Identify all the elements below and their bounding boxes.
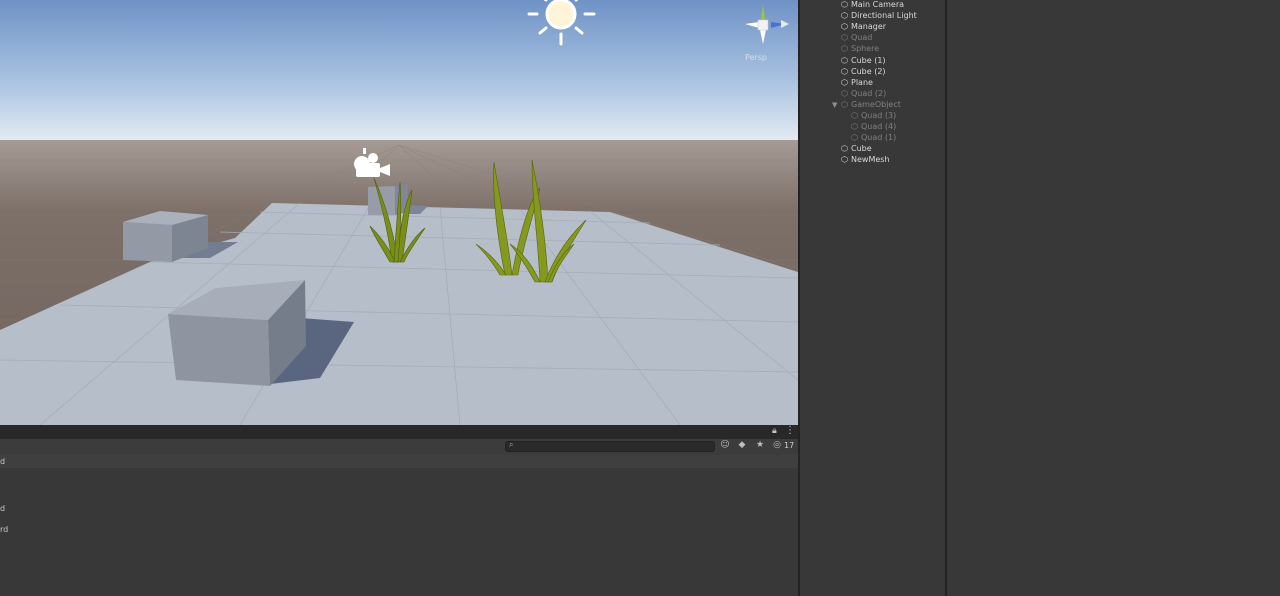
- gameobject-cube-icon: ⬡: [841, 77, 848, 87]
- hierarchy-item[interactable]: ⬡ Manager: [841, 22, 886, 33]
- gameobject-cube-icon: ⬡: [851, 111, 858, 120]
- search-icon: ⌕: [509, 440, 514, 449]
- hierarchy-item[interactable]: ⬡ Quad: [841, 33, 872, 44]
- hierarchy-item[interactable]: ⬡ Cube: [841, 144, 872, 155]
- gameobject-cube-icon: ⬡: [841, 33, 848, 43]
- hierarchy-item[interactable]: ⬡ NewMesh: [841, 155, 890, 166]
- gameobject-cube-icon: ⬡: [841, 155, 848, 165]
- hierarchy-item[interactable]: ⬡ Plane: [841, 78, 873, 89]
- tag-icon[interactable]: ◆: [735, 440, 749, 450]
- gameobject-cube-icon: ⬡: [851, 122, 858, 132]
- hierarchy-item-label: Quad (2): [851, 88, 887, 98]
- gameobject-cube-icon: ⬡: [841, 144, 848, 154]
- hierarchy-item[interactable]: ⬡ Quad (3): [851, 111, 896, 122]
- gameobject-cube-icon: ⬡: [851, 133, 858, 143]
- visibility-icon[interactable]: ◎: [770, 440, 784, 450]
- hierarchy-item-label: Main Camera: [851, 0, 905, 9]
- hierarchy-item[interactable]: ⬡ GameObject: [841, 100, 901, 111]
- log-fragment: rd: [0, 525, 9, 534]
- star-icon[interactable]: ★: [753, 440, 767, 450]
- hierarchy-item-label: Cube (2): [851, 66, 886, 76]
- inspector-panel: [947, 0, 1280, 596]
- hierarchy-item-label: Cube: [851, 144, 872, 154]
- gameobject-cube-icon: ⬡: [841, 66, 848, 76]
- gameobject-cube-icon: ⬡: [841, 88, 848, 98]
- hierarchy-item[interactable]: ⬡ Quad (2): [841, 89, 886, 100]
- hierarchy-item-label: NewMesh: [851, 155, 890, 165]
- gameobject-cube-icon: ⬡: [841, 44, 848, 54]
- orientation-gizmo-icon[interactable]: [741, 0, 793, 60]
- hierarchy-item-label: Directional Light: [851, 11, 917, 21]
- more-options-icon[interactable]: ⋮: [785, 425, 795, 436]
- perspective-label[interactable]: Persp: [745, 53, 767, 62]
- console-search-input[interactable]: ⌕: [505, 440, 715, 452]
- hierarchy-item-label: Quad (1): [861, 133, 897, 143]
- hierarchy-item[interactable]: ⬡ Main Camera: [841, 0, 904, 11]
- hierarchy-item-label: Plane: [851, 77, 873, 87]
- gameobject-cube-icon: ⬡: [841, 99, 848, 109]
- message-count: 17: [784, 441, 795, 450]
- foldout-arrow-icon[interactable]: ▼: [832, 101, 837, 109]
- scene-viewport[interactable]: [0, 0, 798, 425]
- sky: [0, 0, 798, 146]
- scene-view[interactable]: Persp: [0, 0, 798, 425]
- hierarchy-item[interactable]: ⬡ Quad (4): [851, 122, 896, 133]
- gameobject-cube-icon: ⬡: [841, 55, 848, 65]
- scene-view-footer: 🔒︎ ⋮: [0, 425, 798, 439]
- hierarchy-item[interactable]: ⬡ Cube (2): [841, 67, 886, 78]
- hierarchy-item[interactable]: ⬡ Directional Light: [841, 11, 917, 22]
- hierarchy-item-label: Quad (4): [861, 122, 897, 132]
- hierarchy-item-label: Cube (1): [851, 55, 886, 65]
- hierarchy-item-label: Quad: [851, 33, 873, 43]
- hierarchy-item-label: GameObject: [851, 99, 901, 109]
- hierarchy-item-label: Manager: [851, 22, 887, 32]
- lock-icon[interactable]: 🔒︎: [772, 426, 777, 436]
- log-fragment: d: [0, 457, 6, 466]
- hierarchy-item[interactable]: ⬡ Sphere: [841, 44, 879, 55]
- side-strip: [800, 0, 821, 596]
- gameobject-cube-icon: ⬡: [841, 11, 848, 21]
- hierarchy-item-label: Sphere: [851, 44, 880, 54]
- hierarchy-item-label: Quad (3): [861, 111, 897, 120]
- user-filter-icon[interactable]: ☺: [718, 440, 732, 450]
- gameobject-cube-icon: ⬡: [841, 22, 848, 32]
- cube-back: [368, 184, 408, 215]
- console-log-row[interactable]: [0, 455, 798, 468]
- gameobject-cube-icon: ⬡: [841, 0, 848, 9]
- hierarchy-item[interactable]: ⬡ Cube (1): [841, 56, 886, 67]
- hierarchy-item[interactable]: ⬡ Quad (1): [851, 133, 896, 144]
- log-fragment: d: [0, 504, 6, 513]
